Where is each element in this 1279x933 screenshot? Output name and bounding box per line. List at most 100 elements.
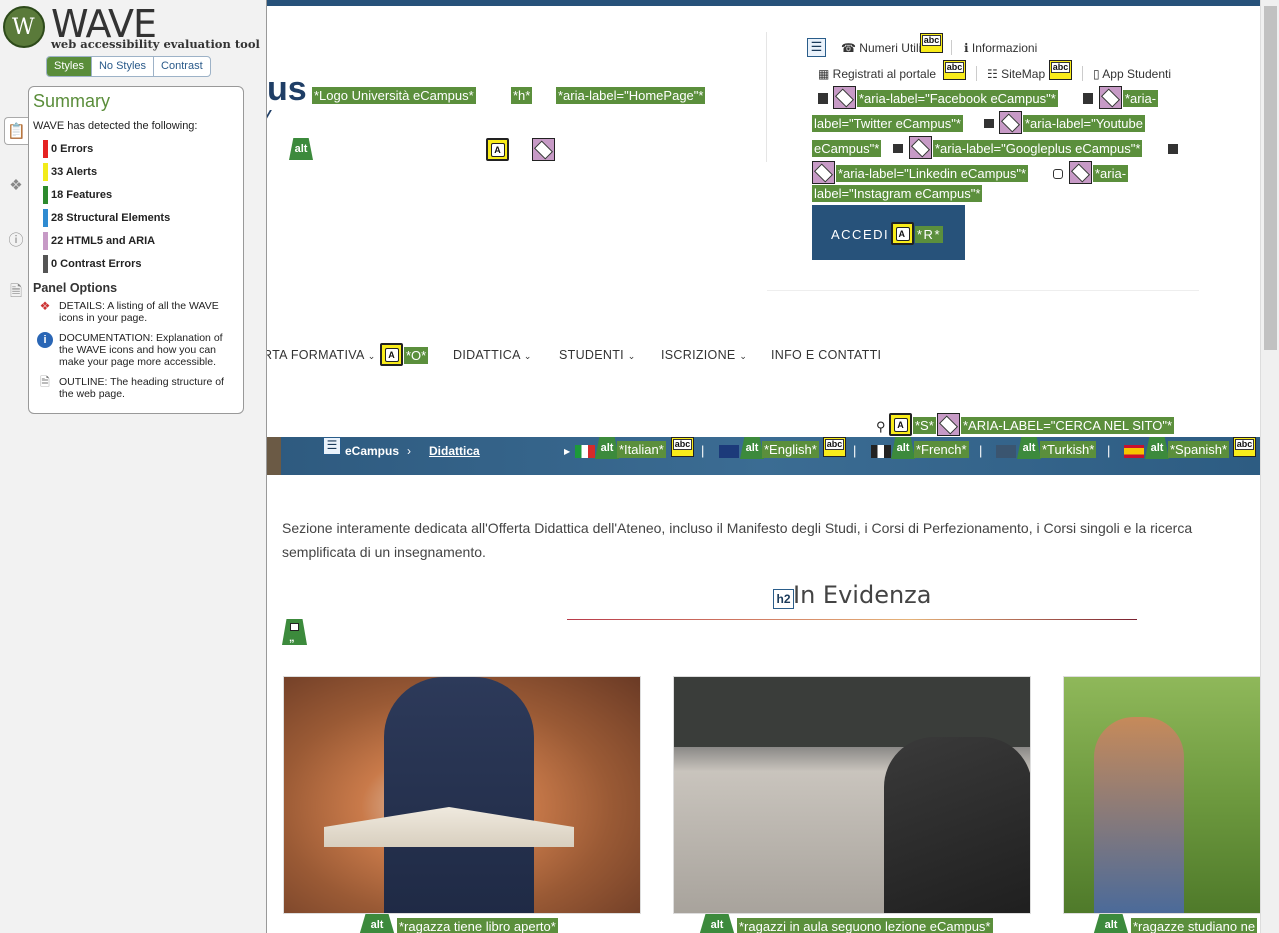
summary-category[interactable]: 22 HTML5 and ARIA xyxy=(43,229,239,252)
accesskey-glyph: A xyxy=(490,142,505,157)
wave-sidebar: WAVE web accessibility evaluation tool S… xyxy=(0,0,267,933)
french-alt-label[interactable]: *French* xyxy=(914,441,969,458)
search-icon[interactable]: ⚲ xyxy=(876,419,886,435)
summary-category[interactable]: 33 Alerts xyxy=(43,160,239,183)
abc-glyph: abc xyxy=(944,62,965,73)
nav-info-contatti[interactable]: INFO E CONTATTI xyxy=(771,348,881,362)
tag-glyph xyxy=(533,139,554,160)
documentation-tab-icon[interactable]: ⓘ xyxy=(4,225,28,253)
blockquote-icon: „ xyxy=(282,619,307,645)
italian-alt-label[interactable]: *Italian* xyxy=(617,441,666,458)
wave-logo-tagline: web accessibility evaluation tool xyxy=(51,37,260,51)
section-title: In Evidenza xyxy=(793,581,932,609)
category-label: 28 Structural Elements xyxy=(51,211,171,224)
accesskey-glyph: A xyxy=(384,347,399,362)
panel-tabs: 📋 ❖ ⓘ 🗎 xyxy=(4,117,28,333)
nav-iscrizione-text: ISCRIZIONE xyxy=(661,348,736,362)
abc-icon: abc xyxy=(920,33,943,53)
summary-title: Summary xyxy=(33,91,111,111)
student-figure xyxy=(884,737,1030,913)
card-classroom-image[interactable] xyxy=(673,676,1031,914)
no-styles-button[interactable]: No Styles xyxy=(92,57,155,76)
facebook-icon[interactable] xyxy=(818,93,828,104)
summary-category[interactable]: 0 Contrast Errors xyxy=(43,252,239,275)
card-3-alt-label: *ragazze studiano ne xyxy=(1131,918,1258,933)
scrollbar[interactable] xyxy=(1260,0,1279,933)
summary-tab-icon[interactable]: 📋 xyxy=(4,117,28,145)
twitter-icon[interactable] xyxy=(1083,93,1093,104)
details-option-text: DETAILS: A listing of all the WAVE icons… xyxy=(59,300,219,324)
accedi-label: ACCEDI xyxy=(831,227,890,242)
website-viewport: us *Logo Università eCampus* *h* *aria-l… xyxy=(267,0,1260,933)
abc-icon: abc xyxy=(943,60,966,80)
details-icon: ❖ xyxy=(39,299,51,313)
numeri-utili-link[interactable]: ☎ Numeri Utili xyxy=(841,41,921,55)
card-book-image[interactable] xyxy=(283,676,641,914)
outline-tab-icon[interactable]: 🗎 xyxy=(4,279,28,307)
summary-category[interactable]: 0 Errors xyxy=(43,137,239,160)
scrollbar-thumb[interactable] xyxy=(1264,6,1277,350)
sitemap-text: SiteMap xyxy=(1001,67,1046,81)
list-icon: ☰ xyxy=(323,437,341,455)
aria-label-icon xyxy=(937,413,960,436)
nav-offerta-formativa[interactable]: RTA FORMATIVA ⌄ xyxy=(267,348,376,362)
category-label: 22 HTML5 and ARIA xyxy=(51,234,156,247)
outline-option[interactable]: 🗎 OUTLINE: The heading structure of the … xyxy=(33,376,239,400)
sitemap-link[interactable]: ☷ SiteMap xyxy=(987,67,1045,81)
logo-alt-label: *Logo Università eCampus* xyxy=(312,87,476,104)
nav-didattica[interactable]: DIDATTICA ⌄ xyxy=(453,348,532,362)
card-students-image[interactable] xyxy=(1063,676,1260,914)
wave-logo[interactable]: WAVE web accessibility evaluation tool xyxy=(3,2,263,52)
list-icon: ☰ xyxy=(807,38,826,57)
france-flag-icon xyxy=(871,445,891,458)
googleplus-icon[interactable] xyxy=(893,144,903,153)
nav-iscrizione[interactable]: ISCRIZIONE ⌄ xyxy=(661,348,747,362)
styles-button[interactable]: Styles xyxy=(47,57,92,76)
linkedin-icon[interactable] xyxy=(1168,144,1178,154)
registrati-text: Registrati al portale xyxy=(832,67,937,81)
youtube-icon[interactable] xyxy=(984,119,994,128)
breadcrumb-current[interactable]: Didattica xyxy=(429,444,480,458)
details-option[interactable]: ❖ DETAILS: A listing of all the WAVE ico… xyxy=(33,300,239,324)
separator: | xyxy=(701,443,705,458)
spanish-alt-label[interactable]: *Spanish* xyxy=(1168,441,1230,458)
english-alt-label[interactable]: *English* xyxy=(762,441,819,458)
site-logo-flag xyxy=(267,110,275,120)
category-color-bar xyxy=(43,139,48,158)
documentation-option[interactable]: i DOCUMENTATION: Explanation of the WAVE… xyxy=(33,332,239,368)
search-accesskey-label: *S* xyxy=(913,417,936,434)
aria-label-icon xyxy=(1099,86,1122,109)
nav-offerta-formativa-text: RTA FORMATIVA xyxy=(267,348,364,362)
contrast-button[interactable]: Contrast xyxy=(154,57,210,76)
summary-category[interactable]: 18 Features xyxy=(43,183,239,206)
details-tab-icon[interactable]: ❖ xyxy=(4,171,28,199)
summary-category[interactable]: 28 Structural Elements xyxy=(43,206,239,229)
breadcrumb-home[interactable]: eCampus xyxy=(345,444,399,458)
accedi-button[interactable]: ACCEDI A *R* xyxy=(812,205,965,260)
numeri-utili-text: Numeri Utili xyxy=(859,41,922,55)
googleplus-aria-label: *aria-label="Googleplus eCampus"* xyxy=(933,140,1143,157)
site-logo[interactable]: us xyxy=(267,70,307,109)
accesskey-glyph: A xyxy=(893,417,908,432)
instagram-icon[interactable] xyxy=(1053,169,1063,179)
abc-glyph: abc xyxy=(921,35,942,46)
title-underline xyxy=(567,619,1137,620)
tag-glyph xyxy=(834,87,855,108)
registrati-link[interactable]: ▦ Registrati al portale xyxy=(818,67,936,81)
abc-icon: abc xyxy=(671,437,694,457)
homepage-aria-label: *aria-label="HomePage"* xyxy=(556,87,706,104)
separator: | xyxy=(853,443,857,458)
nav-studenti[interactable]: STUDENTI ⌄ xyxy=(559,348,636,362)
facebook-aria-label: *aria-label="Facebook eCampus"* xyxy=(857,90,1058,107)
card-2-alt-label: *ragazzi in aula seguono lezione eCampus… xyxy=(737,918,993,933)
abc-glyph: abc xyxy=(1050,62,1071,73)
nav-studenti-text: STUDENTI xyxy=(559,348,624,362)
turkey-flag-icon xyxy=(996,445,1016,458)
category-label: 0 Errors xyxy=(51,142,94,155)
informazioni-link[interactable]: ℹ Informazioni xyxy=(964,41,1037,55)
app-studenti-link[interactable]: ▯ App Studenti xyxy=(1093,67,1171,81)
abc-icon: abc xyxy=(1233,437,1256,457)
accesskey-icon: A xyxy=(889,413,912,436)
turkish-alt-label[interactable]: *Turkish* xyxy=(1040,441,1097,458)
search-aria-label: *ARIA-LABEL="CERCA NEL SITO"* xyxy=(961,417,1175,434)
